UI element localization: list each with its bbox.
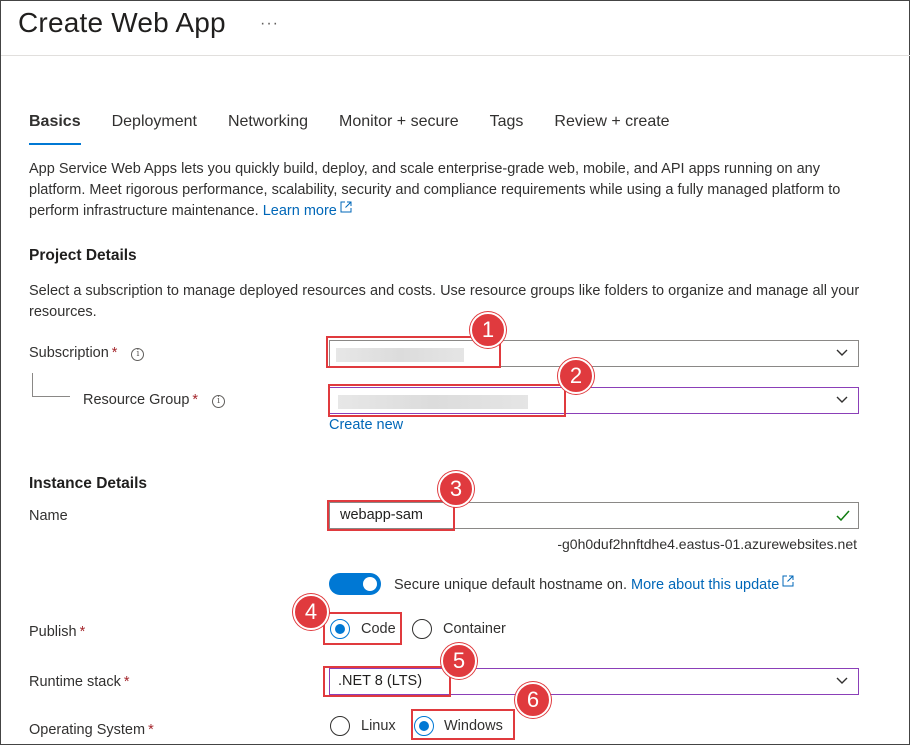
publish-container-label[interactable]: Container [443,621,506,637]
secure-hostname-text: Secure unique default hostname on. [394,577,627,593]
resource-group-label-text: Resource Group [83,392,190,408]
callout-box-6 [411,709,515,740]
tab-deployment[interactable]: Deployment [112,111,197,137]
header-divider [1,55,910,56]
callout-box-3 [327,500,455,531]
learn-more-label: Learn more [262,203,337,219]
os-linux-radio[interactable] [330,716,350,736]
required-mark: * [79,624,86,640]
tree-connector-horizontal [32,396,70,397]
os-linux-label[interactable]: Linux [361,718,396,734]
intro-text: App Service Web Apps lets you quickly bu… [29,161,841,219]
publish-label-text: Publish [29,624,77,640]
required-mark: * [148,722,154,738]
publish-label: Publish * [29,624,85,640]
instance-details-heading: Instance Details [29,475,148,492]
name-label: Name [29,508,68,524]
tab-networking[interactable]: Networking [228,111,308,137]
info-icon[interactable]: i [131,348,145,361]
callout-box-4 [323,612,402,645]
checkmark-icon [836,510,850,521]
more-about-label: More about this update [631,577,780,593]
operating-system-label: Operating System * [29,722,154,738]
external-link-icon [340,201,352,213]
project-details-text: Select a subscription to manage deployed… [29,283,860,320]
tab-review-create[interactable]: Review + create [554,111,669,137]
external-link-icon [782,575,794,587]
required-mark: * [111,345,118,361]
callout-box-2 [328,384,566,417]
tab-basics[interactable]: Basics [29,111,81,145]
page-title: Create Web App [18,7,226,38]
intro-description: App Service Web Apps lets you quickly bu… [29,159,869,222]
operating-system-label-text: Operating System [29,722,146,738]
hostname-suffix: -g0h0duf2hnftdhe4.eastus-01.azurewebsite… [557,536,857,552]
info-icon[interactable]: i [212,395,226,408]
learn-more-link[interactable]: Learn more [262,201,352,219]
runtime-stack-label-text: Runtime stack [29,674,121,690]
callout-badge-6: 6 [515,682,551,718]
toggle-knob [363,577,377,591]
resource-group-label: Resource Group * i [83,392,226,408]
more-about-update-link[interactable]: More about this update [631,575,794,593]
callout-badge-2: 2 [558,358,594,394]
more-options-button[interactable]: ··· [260,15,279,33]
tab-tags[interactable]: Tags [490,111,524,137]
create-new-link[interactable]: Create new [329,417,403,433]
callout-badge-5: 5 [441,643,477,679]
tab-monitor-secure[interactable]: Monitor + secure [339,111,459,137]
required-mark: * [192,392,199,408]
publish-container-radio[interactable] [412,619,432,639]
chevron-down-icon [836,349,848,356]
tab-bar: Basics Deployment Networking Monitor + s… [29,111,701,145]
chevron-down-icon [836,396,848,403]
chevron-down-icon [836,677,848,684]
callout-badge-1: 1 [470,312,506,348]
tree-connector [32,373,33,397]
runtime-stack-label: Runtime stack * [29,674,130,690]
required-mark: * [123,674,130,690]
callout-badge-3: 3 [438,471,474,507]
secure-hostname-row: Secure unique default hostname on. More … [394,575,794,593]
subscription-label: Subscription * i [29,345,145,361]
project-details-heading: Project Details [29,247,137,264]
callout-badge-4: 4 [293,594,329,630]
secure-hostname-toggle[interactable] [329,573,381,595]
callout-box-5 [323,666,451,697]
subscription-label-text: Subscription [29,345,109,361]
